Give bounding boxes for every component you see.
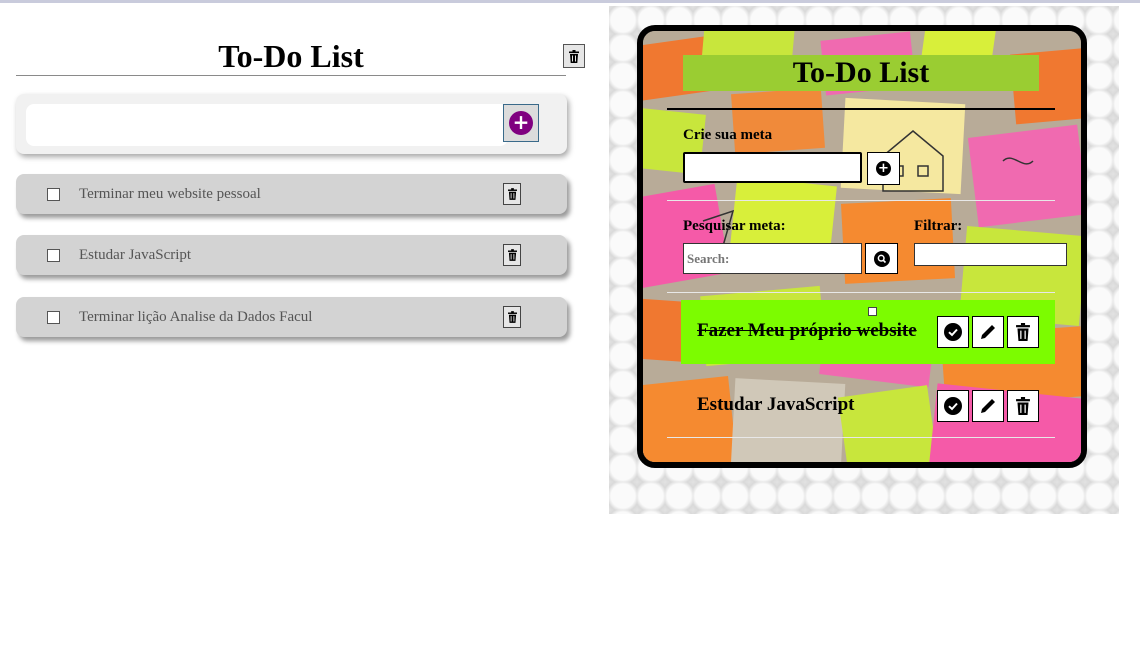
search-button[interactable] — [865, 243, 898, 274]
section-divider — [667, 292, 1055, 293]
search-goal-label: Pesquisar meta: — [683, 218, 786, 234]
pencil-icon — [981, 399, 995, 413]
remove-todo-button[interactable] — [1007, 390, 1039, 422]
list-item: Terminar meu website pessoal — [16, 174, 567, 214]
todo-text: Estudar JavaScript — [697, 394, 855, 415]
task-checkbox[interactable] — [47, 311, 60, 324]
task-checkbox[interactable] — [47, 188, 60, 201]
create-goal-label: Crie sua meta — [683, 127, 773, 143]
todo-item: Estudar JavaScript — [681, 374, 1055, 434]
add-task-box: + — [16, 94, 567, 154]
plus-circle-icon: + — [509, 111, 533, 135]
delete-task-button[interactable] — [503, 183, 521, 205]
broken-image-icon — [868, 307, 877, 316]
list-item: Estudar JavaScript — [16, 235, 567, 275]
task-text: Terminar lição Analise da Dados Facul — [79, 309, 313, 325]
left-header: To-Do List — [16, 36, 585, 76]
trash-icon — [569, 49, 579, 63]
filter-label: Filtrar: — [914, 218, 963, 234]
add-task-button[interactable]: + — [503, 104, 539, 142]
section-divider — [667, 200, 1055, 201]
clear-all-button[interactable] — [563, 44, 585, 68]
finish-todo-button[interactable] — [937, 390, 969, 422]
todo-item-done: Fazer Meu próprio website — [681, 300, 1055, 364]
delete-task-button[interactable] — [503, 244, 521, 266]
left-page-title: To-Do List — [218, 38, 364, 74]
left-todo-app: To-Do List + Terminar meu website pessoa… — [16, 36, 586, 337]
task-checkbox[interactable] — [47, 249, 60, 262]
window-top-strip — [0, 0, 1140, 3]
todo-text: Fazer Meu próprio website — [697, 320, 917, 341]
new-task-input[interactable] — [26, 104, 508, 146]
list-item: Terminar lição Analise da Dados Facul — [16, 297, 567, 337]
search-input[interactable] — [683, 243, 862, 274]
trash-icon — [1016, 323, 1030, 341]
todo-card-content: To-Do List Crie sua meta + Pesquisar met… — [643, 31, 1081, 462]
task-text: Terminar meu website pessoal — [79, 186, 261, 202]
trash-icon — [507, 249, 517, 261]
check-circle-icon — [944, 323, 962, 341]
title-divider — [667, 108, 1055, 110]
filter-select[interactable] — [914, 243, 1067, 266]
add-goal-button[interactable]: + — [867, 152, 900, 185]
remove-todo-button[interactable] — [1007, 316, 1039, 348]
edit-todo-button[interactable] — [972, 316, 1004, 348]
plus-circle-icon: + — [876, 161, 891, 176]
trash-icon — [1016, 397, 1030, 415]
finish-todo-button[interactable] — [937, 316, 969, 348]
delete-task-button[interactable] — [503, 306, 521, 328]
task-text: Estudar JavaScript — [79, 247, 192, 263]
section-divider — [667, 437, 1055, 438]
right-panel-background: To-Do List Crie sua meta + Pesquisar met… — [609, 6, 1119, 514]
trash-icon — [507, 311, 517, 323]
create-goal-input[interactable] — [683, 152, 862, 183]
right-page-title: To-Do List — [792, 56, 930, 89]
search-icon — [873, 250, 890, 267]
todo-card: To-Do List Crie sua meta + Pesquisar met… — [637, 25, 1087, 468]
pencil-icon — [981, 325, 995, 339]
trash-icon — [507, 188, 517, 200]
check-circle-icon — [944, 397, 962, 415]
edit-todo-button[interactable] — [972, 390, 1004, 422]
